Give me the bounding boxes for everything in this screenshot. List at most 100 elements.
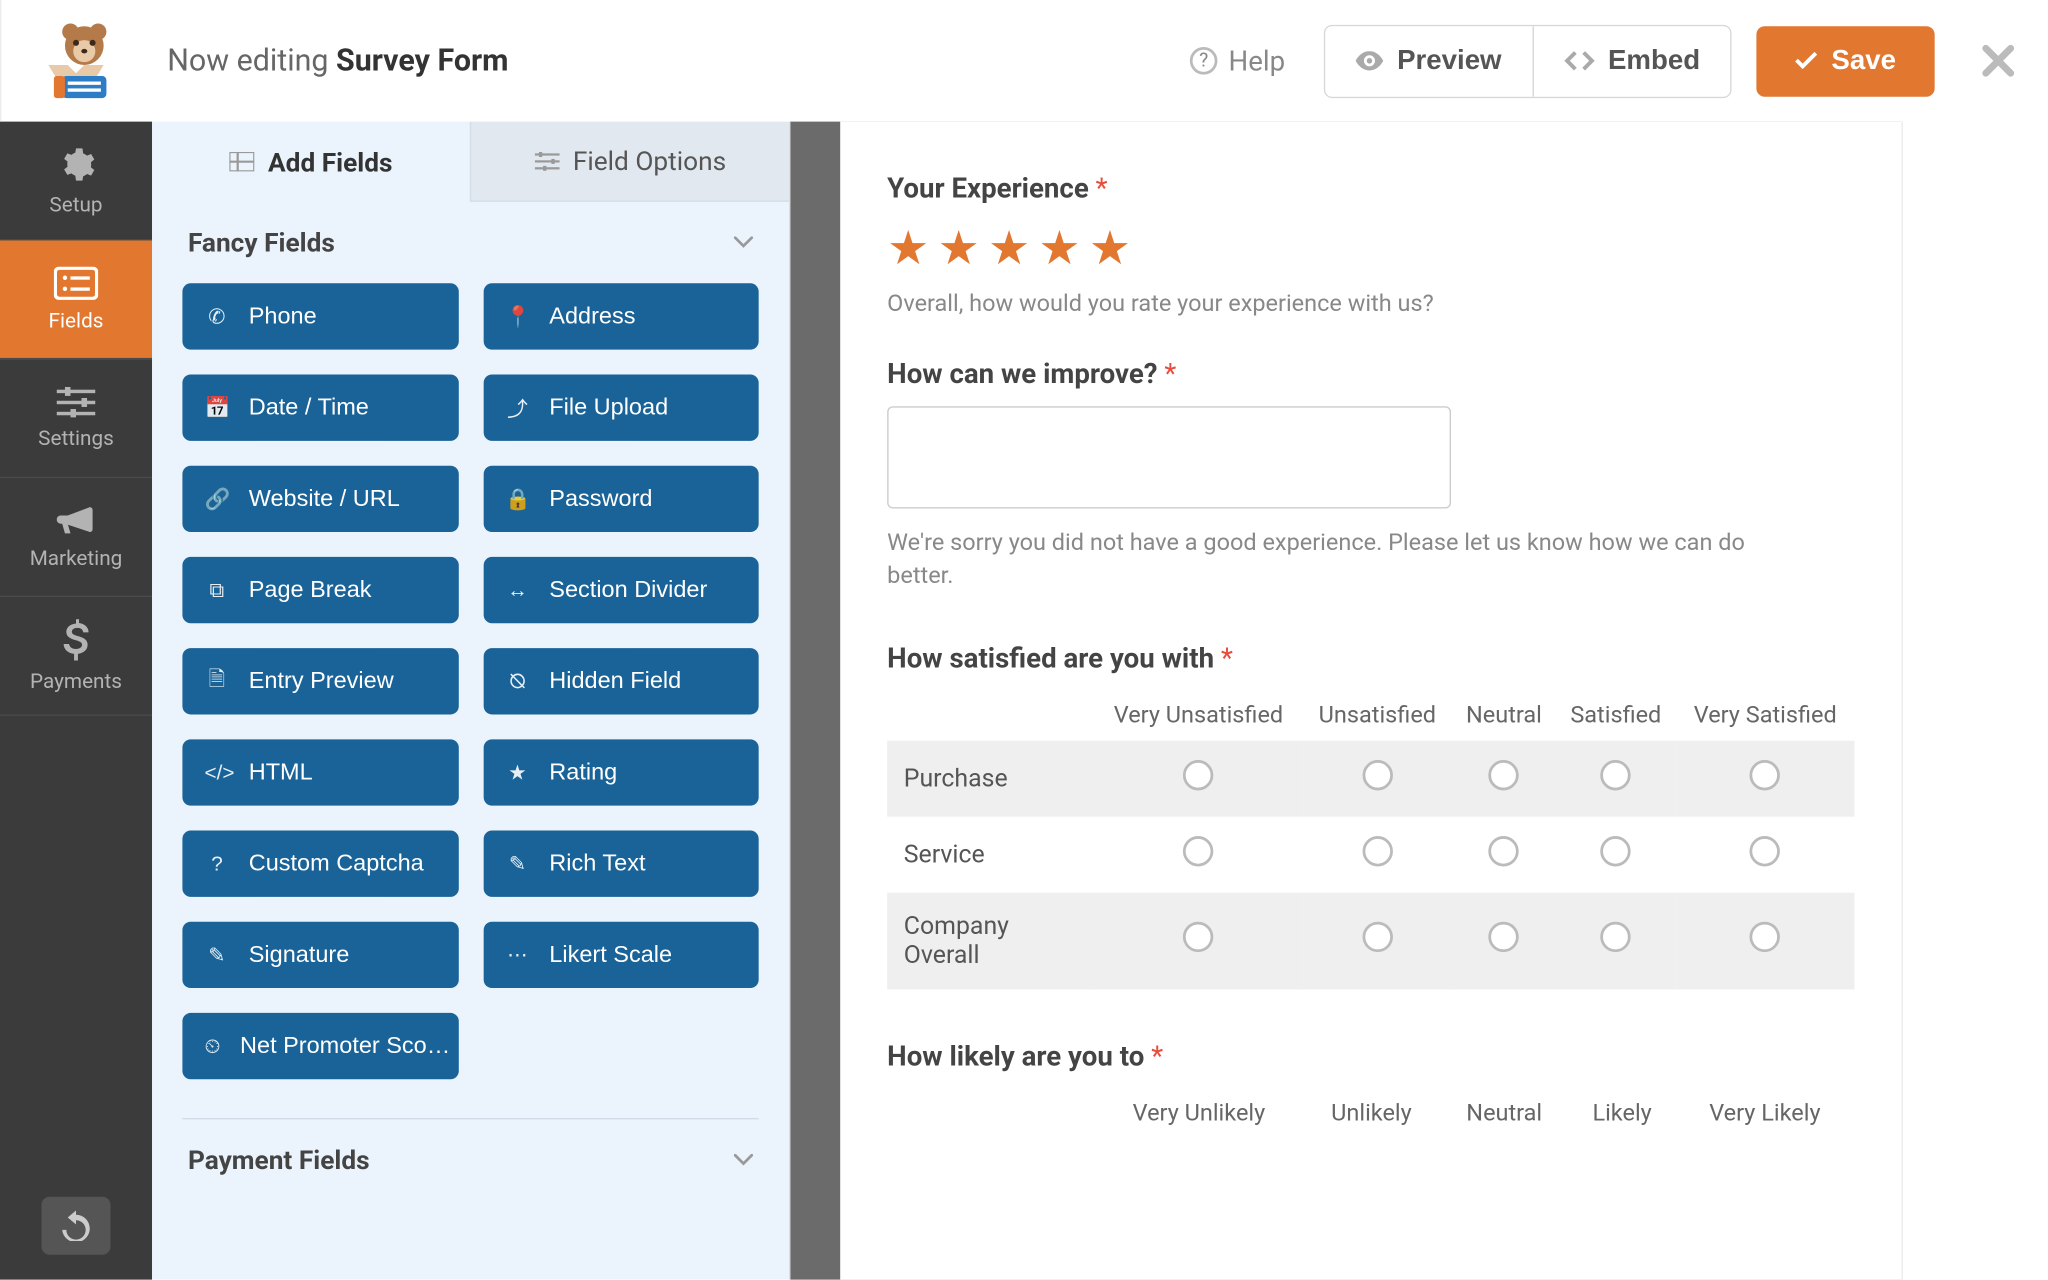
likert-radio[interactable] bbox=[1489, 836, 1519, 866]
field-icon: ⦰ bbox=[505, 670, 530, 693]
field-label: Website / URL bbox=[249, 485, 400, 513]
right-gutter bbox=[1901, 0, 2047, 1280]
fields-sidebar: Add Fields Field Options Fancy Fields ✆P… bbox=[152, 0, 790, 1280]
likert-radio[interactable] bbox=[1750, 760, 1780, 790]
star-icon[interactable]: ★ bbox=[938, 221, 980, 276]
nav-setup[interactable]: Setup bbox=[0, 122, 152, 241]
section-payment-fields[interactable]: Payment Fields bbox=[152, 1119, 789, 1201]
field-icon: ★ bbox=[505, 760, 530, 785]
preview-button[interactable]: Preview bbox=[1325, 26, 1532, 96]
form-icon bbox=[54, 266, 98, 299]
likert-col: Very Likely bbox=[1675, 1089, 1854, 1139]
field-phone[interactable]: ✆Phone bbox=[182, 283, 458, 349]
tab-field-options[interactable]: Field Options bbox=[470, 122, 789, 202]
field-likert-scale[interactable]: ⋯Likert Scale bbox=[483, 922, 759, 988]
field-icon: 🗎 bbox=[205, 664, 230, 699]
likert-row: Company Overall bbox=[887, 893, 1854, 990]
likert-radio[interactable] bbox=[1362, 836, 1392, 866]
field-password[interactable]: 🔒 Password bbox=[483, 466, 759, 532]
nav-marketing[interactable]: Marketing bbox=[0, 478, 152, 597]
likert-radio[interactable] bbox=[1183, 922, 1213, 952]
likert-radio[interactable] bbox=[1362, 760, 1392, 790]
field-icon: ? bbox=[205, 852, 230, 875]
likert-radio[interactable] bbox=[1601, 836, 1631, 866]
likert-col: Neutral bbox=[1440, 1089, 1569, 1139]
field-label: Rating bbox=[549, 759, 617, 787]
field-rating[interactable]: ★ Rating bbox=[483, 739, 759, 805]
likert-radio[interactable] bbox=[1601, 760, 1631, 790]
likert-radio[interactable] bbox=[1183, 836, 1213, 866]
field-html[interactable]: </>HTML bbox=[182, 739, 458, 805]
field-custom-captcha[interactable]: ? Custom Captcha bbox=[182, 831, 458, 897]
check-icon bbox=[1795, 51, 1817, 70]
field-icon: ✎ bbox=[505, 851, 530, 876]
star-icon[interactable]: ★ bbox=[1038, 221, 1080, 276]
field-icon: ⧉ bbox=[205, 578, 230, 601]
q4-label: How likely are you to * bbox=[887, 1039, 1854, 1072]
field-label: Signature bbox=[249, 941, 350, 969]
likert-radio[interactable] bbox=[1750, 836, 1780, 866]
close-icon[interactable] bbox=[1982, 44, 2015, 77]
embed-button[interactable]: Embed bbox=[1532, 26, 1731, 96]
form-preview: Your Experience * ★ ★ ★ ★ ★ Overall, how… bbox=[840, 122, 1901, 1280]
likert-radio[interactable] bbox=[1183, 760, 1213, 790]
save-button[interactable]: Save bbox=[1757, 26, 1935, 96]
q2-label: How can we improve? * bbox=[887, 357, 1854, 390]
field-icon: ⤴ bbox=[505, 393, 530, 422]
field-icon: ↔ bbox=[505, 578, 530, 601]
nav-settings[interactable]: Settings bbox=[0, 359, 152, 478]
nav-fields[interactable]: Fields bbox=[0, 240, 152, 359]
bullhorn-icon bbox=[57, 504, 96, 537]
likert-col: Likely bbox=[1569, 1089, 1675, 1139]
field-icon: 🔒 bbox=[505, 486, 530, 511]
nav-payments[interactable]: Payments bbox=[0, 597, 152, 716]
likert-row-label: Purchase bbox=[887, 741, 1094, 817]
likert-row: Purchase bbox=[887, 741, 1854, 817]
q2-help: We're sorry you did not have a good expe… bbox=[887, 528, 1771, 594]
likert-col: Very Unsatisfied bbox=[1094, 690, 1302, 740]
likert-radio[interactable] bbox=[1489, 922, 1519, 952]
revert-button[interactable] bbox=[41, 1197, 110, 1255]
field-rich-text[interactable]: ✎ Rich Text bbox=[483, 831, 759, 897]
field-website-url[interactable]: 🔗Website / URL bbox=[182, 466, 458, 532]
top-bar: Now editing Survey Form ? Help Preview E… bbox=[0, 0, 2048, 122]
chevron-down-icon bbox=[734, 236, 753, 248]
likert-row-label: Company Overall bbox=[887, 893, 1094, 990]
section-fancy-fields[interactable]: Fancy Fields bbox=[152, 202, 789, 284]
field-hidden-field[interactable]: ⦰Hidden Field bbox=[483, 648, 759, 714]
improve-textarea[interactable] bbox=[887, 406, 1451, 508]
field-label: Password bbox=[549, 485, 652, 513]
field-label: Entry Preview bbox=[249, 667, 394, 695]
grid-icon bbox=[229, 152, 254, 171]
field-net-promoter-sco-[interactable]: ⏲Net Promoter Sco… bbox=[182, 1013, 458, 1079]
field-label: File Upload bbox=[549, 394, 668, 422]
likert-radio[interactable] bbox=[1362, 922, 1392, 952]
tab-add-fields[interactable]: Add Fields bbox=[152, 122, 470, 202]
help-icon: ? bbox=[1190, 47, 1218, 75]
q1-help: Overall, how would you rate your experie… bbox=[887, 290, 1854, 318]
likert-radio[interactable] bbox=[1750, 922, 1780, 952]
field-section-divider[interactable]: ↔Section Divider bbox=[483, 557, 759, 623]
sliders-icon bbox=[534, 151, 559, 170]
field-date-time[interactable]: 📅Date / Time bbox=[182, 374, 458, 440]
field-icon: ✎ bbox=[205, 942, 230, 967]
star-icon[interactable]: ★ bbox=[988, 221, 1030, 276]
star-icon[interactable]: ★ bbox=[887, 221, 929, 276]
likert-row: Service bbox=[887, 817, 1854, 893]
field-entry-preview[interactable]: 🗎 Entry Preview bbox=[182, 648, 458, 714]
likert-likely: Very UnlikelyUnlikelyNeutralLikelyVery L… bbox=[887, 1089, 1854, 1139]
field-address[interactable]: 📍Address bbox=[483, 283, 759, 349]
star-icon[interactable]: ★ bbox=[1089, 221, 1131, 276]
field-label: Rich Text bbox=[549, 850, 645, 878]
likert-col: Very Unlikely bbox=[1094, 1089, 1303, 1139]
likert-radio[interactable] bbox=[1489, 760, 1519, 790]
page-title: Now editing Survey Form bbox=[167, 44, 508, 79]
field-page-break[interactable]: ⧉Page Break bbox=[182, 557, 458, 623]
field-icon: ✆ bbox=[205, 304, 230, 329]
help-button[interactable]: ? Help bbox=[1190, 44, 1285, 77]
field-label: Custom Captcha bbox=[249, 850, 424, 878]
rating-stars[interactable]: ★ ★ ★ ★ ★ bbox=[887, 221, 1854, 276]
likert-radio[interactable] bbox=[1601, 922, 1631, 952]
field-signature[interactable]: ✎ Signature bbox=[182, 922, 458, 988]
field-file-upload[interactable]: ⤴ File Upload bbox=[483, 374, 759, 440]
